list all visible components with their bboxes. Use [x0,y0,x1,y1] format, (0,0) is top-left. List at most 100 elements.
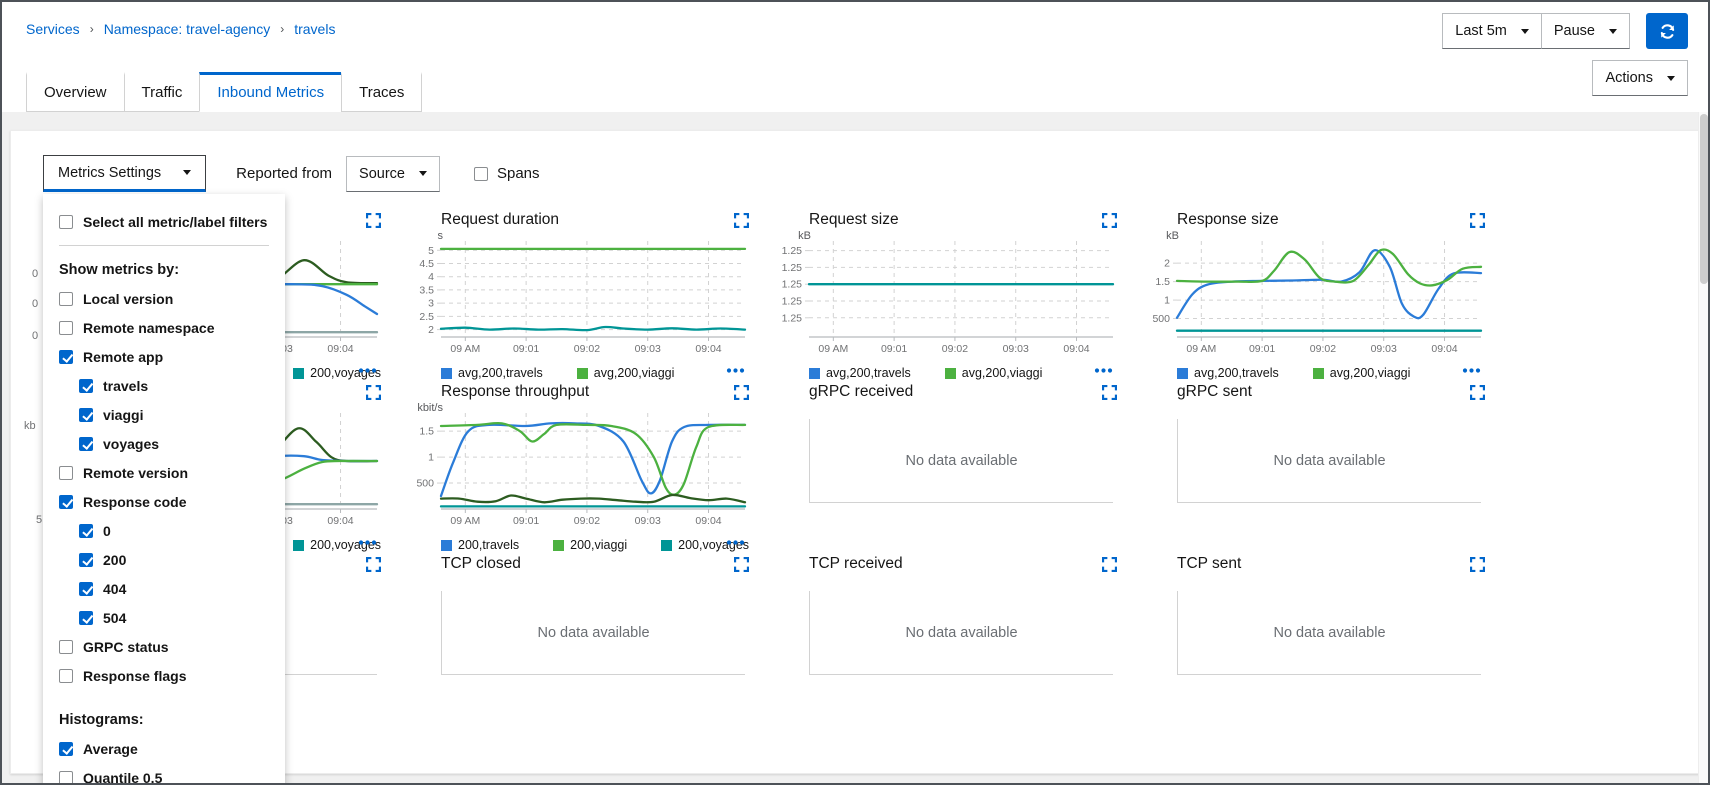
chart-kebab-menu-icon[interactable] [1094,367,1113,374]
refresh-button[interactable] [1646,13,1688,49]
expand-chart-icon[interactable] [1470,557,1485,572]
settings-option-200[interactable]: 200 [59,545,269,574]
checkbox[interactable] [59,214,73,229]
expand-chart-icon[interactable] [734,557,749,572]
checkbox[interactable] [59,349,73,364]
clipped-tick-label: 0 [32,298,39,310]
expand-chart-icon[interactable] [1470,385,1485,400]
chart-kebab-menu-icon[interactable] [1462,367,1481,374]
page-header: Services › Namespace: travel-agency › travel… [2,2,1708,112]
legend-item[interactable]: avg,200,travels [809,366,911,380]
checkbox[interactable] [59,639,73,654]
settings-option-0[interactable]: 0 [59,516,269,545]
expand-chart-icon[interactable] [1102,385,1117,400]
settings-option-select-all-metric-label-filters[interactable]: Select all metric/label filters [59,207,269,236]
no-data-message: No data available [537,624,650,641]
settings-option-404[interactable]: 404 [59,574,269,603]
expand-chart-icon[interactable] [1470,213,1485,228]
svg-text:1.25: 1.25 [782,296,803,308]
settings-option-response-flags[interactable]: Response flags [59,661,269,690]
expand-chart-icon[interactable] [734,213,749,228]
no-data-message: No data available [1273,624,1386,641]
checkbox[interactable] [59,770,73,783]
settings-option-local-version[interactable]: Local version [59,284,269,313]
legend-item[interactable]: avg,200,viaggi [576,366,674,380]
settings-option-response-code[interactable]: Response code [59,487,269,516]
checkbox[interactable] [59,741,73,756]
settings-option-504[interactable]: 504 [59,603,269,632]
settings-option-viaggi[interactable]: viaggi [59,400,269,429]
tab-overview[interactable]: Overview [26,72,125,112]
actions-label: Actions [1605,70,1653,86]
checkbox[interactable] [59,465,73,480]
actions-dropdown[interactable]: Actions [1592,60,1688,96]
chart-kebab-menu-icon[interactable] [726,539,745,546]
settings-option-voyages[interactable]: voyages [59,429,269,458]
refresh-interval-select[interactable]: Pause [1541,13,1630,49]
settings-option-label: Response flags [83,667,187,684]
checkbox[interactable] [79,436,93,451]
chart-title: TCP closed [441,555,521,572]
checkbox[interactable] [79,378,93,393]
checkbox[interactable] [79,407,93,422]
scrollbar-thumb[interactable] [1700,114,1708,284]
svg-text:09:04: 09:04 [695,343,721,355]
legend-item[interactable]: avg,200,viaggi [944,366,1042,380]
legend-item[interactable]: 200,viaggi [553,538,627,552]
chart-kebab-menu-icon[interactable] [358,367,377,374]
checkbox[interactable] [59,494,73,509]
expand-chart-icon[interactable] [366,385,381,400]
legend-item[interactable]: avg,200,travels [441,366,543,380]
settings-option-remote-version[interactable]: Remote version [59,458,269,487]
chart-title: TCP sent [1177,555,1242,572]
scrollbar[interactable] [1698,112,1708,783]
svg-text:3.5: 3.5 [419,284,434,296]
settings-option-label: 200 [103,551,127,568]
spans-checkbox[interactable] [473,166,488,181]
reported-from-select[interactable]: Source [346,155,440,192]
checkbox[interactable] [59,668,73,683]
legend-label: 200,viaggi [570,538,628,552]
settings-option-remote-app[interactable]: Remote app [59,342,269,371]
settings-option-travels[interactable]: travels [59,371,269,400]
expand-chart-icon[interactable] [1102,557,1117,572]
breadcrumb-link[interactable]: Namespace: travel-agency [104,21,271,37]
legend-label: avg,200,travels [826,366,911,380]
clipped-tick-label: 0 [32,268,39,280]
svg-text:kB: kB [798,231,811,242]
settings-option-quantile-0-5[interactable]: Quantile 0.5 [59,763,269,783]
settings-option-remote-namespace[interactable]: Remote namespace [59,313,269,342]
checkbox[interactable] [79,610,93,625]
settings-option-grpc-status[interactable]: GRPC status [59,632,269,661]
settings-option-label: Select all metric/label filters [83,213,268,230]
legend-item[interactable]: avg,200,travels [1177,366,1279,380]
svg-text:5: 5 [428,245,434,257]
checkbox[interactable] [79,552,93,567]
metrics-settings-dropdown[interactable]: Metrics Settings [43,155,207,192]
chart-kebab-menu-icon[interactable] [726,367,745,374]
expand-chart-icon[interactable] [1102,213,1117,228]
breadcrumb-link[interactable]: travels [294,21,335,37]
tab-traces[interactable]: Traces [341,72,423,112]
settings-option-average[interactable]: Average [59,734,269,763]
legend-item[interactable]: avg,200,viaggi [1312,366,1410,380]
spans-checkbox-wrap[interactable]: Spans [473,165,540,182]
chevron-down-icon [1667,75,1675,81]
settings-option-label: Remote version [83,464,189,481]
tcp-received-panel: TCP received No data available [771,555,1123,675]
checkbox[interactable] [79,523,93,538]
legend-item[interactable]: 200,travels [441,538,519,552]
tab-inbound-metrics[interactable]: Inbound Metrics [199,72,343,112]
breadcrumb-link[interactable]: Services [26,21,80,37]
expand-chart-icon[interactable] [366,557,381,572]
tab-traffic[interactable]: Traffic [123,72,201,112]
chart-kebab-menu-icon[interactable] [358,539,377,546]
duration-select[interactable]: Last 5m [1442,13,1542,49]
expand-chart-icon[interactable] [734,385,749,400]
checkbox[interactable] [79,581,93,596]
checkbox[interactable] [59,320,73,335]
expand-chart-icon[interactable] [366,213,381,228]
settings-option-label: Response code [83,493,187,510]
metrics-settings-panel: Select all metric/label filters Show metr… [43,194,285,783]
checkbox[interactable] [59,291,73,306]
